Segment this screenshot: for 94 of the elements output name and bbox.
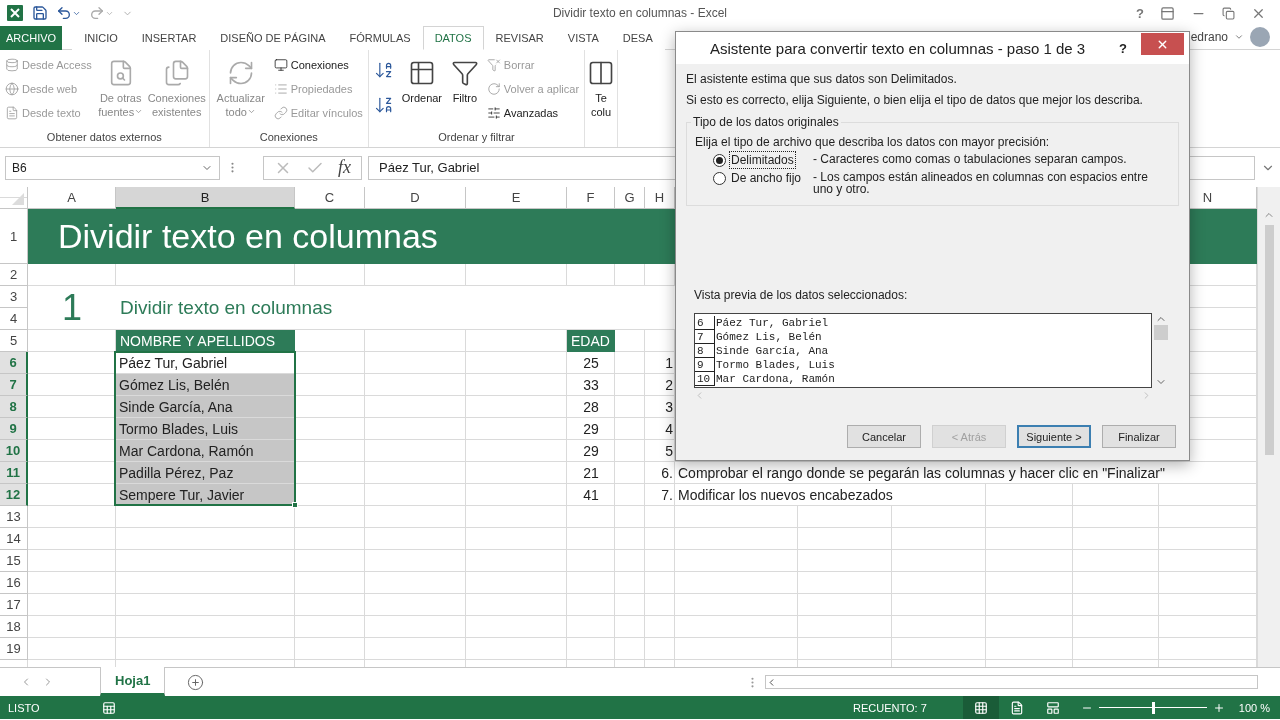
ribbon-button[interactable]: Avanzadas [484,101,582,124]
row-header[interactable]: 11 [0,462,28,484]
row-header[interactable]: 10 [0,440,28,462]
column-header[interactable]: H [645,187,675,209]
preview-row-number: 8 [695,344,715,358]
age-cell-text: 25 [582,354,600,373]
step-number: 2 [664,376,674,395]
preview-row-number: 7 [695,330,715,344]
ribbon-button[interactable]: Ordenar [398,53,445,129]
row-header[interactable]: 7 [0,374,28,396]
ribbon-tab[interactable]: DATOS [422,26,484,50]
row-header[interactable]: 19 [0,638,28,660]
step-text: Comprobar el rango donde se pegarán las columnas y hacer clic en "Finalizar" [675,462,1168,483]
preview-text: Mar Cardona, Ramón [715,372,835,386]
preview-text: Tormo Blades, Luis [715,358,835,372]
name-cell: Gómez Lis, Belén [116,374,295,396]
step-number: 5 [664,442,674,461]
preview-text: Gómez Lis, Belén [715,330,822,344]
column-header[interactable]: F [567,187,615,209]
preview-text: Sinde García, Ana [715,344,829,358]
row-header[interactable]: 4 [0,308,28,330]
section-number: 1 [28,286,116,330]
step-number: 3 [664,398,674,417]
user-name[interactable]: edrano [1190,30,1228,44]
zoom-level[interactable]: 100 % [1238,701,1270,714]
insert-function-button[interactable]: fx [338,157,351,178]
step-number: 7. [660,486,674,505]
dialog-button[interactable]: Finalizar [1102,425,1176,448]
row-header[interactable]: 9 [0,418,28,440]
row-header[interactable]: 14 [0,528,28,550]
row-header[interactable]: 5 [0,330,28,352]
dialog-button[interactable]: Cancelar [847,425,921,448]
ribbon-button[interactable]: Te colu [588,53,615,147]
dialog-text: El asistente estima que sus datos son Delimitados. [686,72,958,86]
ribbon-button[interactable]: Conexiones [271,53,365,76]
step-number: 4 [664,420,674,439]
group-label: Obtener datos externos [45,130,163,145]
step-number: 1 [664,354,674,373]
name-box[interactable]: B6 [5,155,220,180]
age-cell-text: 21 [582,464,600,483]
row-header[interactable]: 15 [0,550,28,572]
age-cell-text: 29 [582,420,600,439]
column-header[interactable]: B [116,187,295,209]
row-header[interactable]: 1 [0,209,28,264]
row-header[interactable]: 8 [0,396,28,418]
help-button[interactable]: ? [1119,40,1127,56]
row-header[interactable]: 3 [0,286,28,308]
row-header[interactable]: 18 [0,616,28,638]
help-button[interactable]: ? [1136,5,1144,21]
age-cell-text: 33 [582,376,600,395]
column-header[interactable]: E [466,187,567,209]
dialog-text: Si esto es correcto, elija Siguiente, o bien elija el tipo de datos que mejor los describa. [686,93,1144,107]
status-count: RECUENTO: 7 [853,701,927,714]
name-cell: Sinde García, Ana [116,396,295,418]
group-label: Ordenar y filtrar [437,130,516,145]
name-cell: Sempere Tur, Javier [116,484,295,506]
row-header[interactable]: 12 [0,484,28,506]
name-cell: Tormo Blades, Luis [116,418,295,440]
group-label: Conexiones [258,130,319,145]
option-description: - Caracteres como comas o tabulaciones separan campos. [813,153,1127,165]
dialog-button[interactable]: Siguiente > [1017,425,1091,448]
radio-label[interactable]: Delimitados [730,152,795,168]
column-header[interactable]: D [365,187,466,209]
column-header[interactable]: G [615,187,645,209]
dialog-title: Asistente para convertir texto en columnas - paso 1 de 3 [709,39,1087,57]
preview-label: Vista previa de los datos seleccionados: [694,288,909,302]
table-header: NOMBRE Y APELLIDOS [116,330,295,352]
group-prompt: Elija el tipo de archivo que describa los datos con mayor precisión: [695,135,1051,149]
name-cell: Padilla Pérez, Paz [116,462,295,484]
row-header[interactable]: 2 [0,264,28,286]
preview-row-number: 9 [695,358,715,372]
status-mode: LISTO [8,701,40,714]
row-header[interactable]: 16 [0,572,28,594]
row-header[interactable]: 13 [0,506,28,528]
column-header[interactable]: A [28,187,116,209]
row-header[interactable]: 17 [0,594,28,616]
table-header: EDAD [567,330,615,352]
option-description: - Los campos están alineados en columnas con espacios entre uno y otro. [813,171,1149,195]
window-title: Dividir texto en columnas - Excel [551,6,729,20]
age-cell-text: 28 [582,398,600,417]
age-cell-text: 29 [582,442,600,461]
step-number: 6. [660,464,674,483]
ribbon-button[interactable]: Filtro [447,53,482,129]
preview-row-number: 10 [695,372,715,386]
preview-row-number: 6 [695,316,715,330]
preview-text: Páez Tur, Gabriel [715,316,829,330]
row-header[interactable]: 6 [0,352,28,374]
sheet-tab[interactable]: Hoja1 [100,667,166,696]
ribbon-tab[interactable]: ARCHIVO [0,26,63,50]
name-cell: Mar Cardona, Ramón [116,440,295,462]
age-cell-text: 41 [582,486,600,505]
radio-label[interactable]: De ancho fijo [730,170,803,186]
column-header[interactable]: C [295,187,365,209]
group-legend: Tipo de los datos originales [691,115,841,129]
